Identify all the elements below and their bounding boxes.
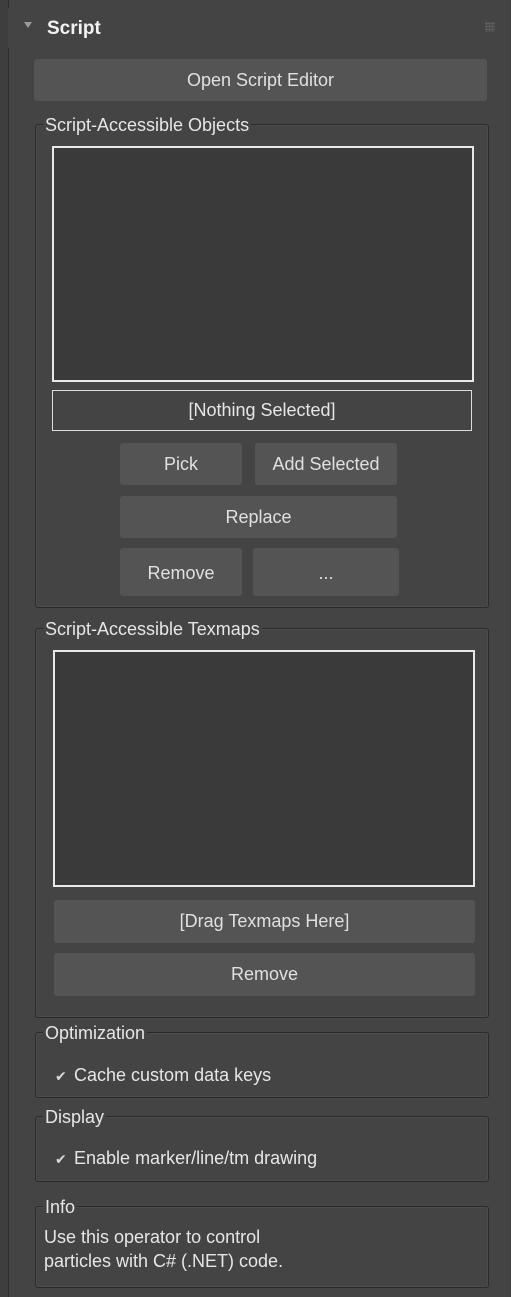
objects-listbox[interactable] <box>52 146 474 382</box>
checkmark-icon: ✔ <box>55 1151 67 1167</box>
optimization-group-label: Optimization <box>43 1022 148 1044</box>
drag-grip-icon[interactable] <box>485 22 495 32</box>
rollout-title: Script <box>47 18 101 39</box>
info-line-1: Use this operator to control <box>44 1227 261 1247</box>
cache-custom-data-checkbox[interactable]: ✔ Cache custom data keys <box>55 1065 271 1086</box>
drag-texmaps-button[interactable]: [Drag Texmaps Here] <box>54 900 475 943</box>
enable-drawing-label: Enable marker/line/tm drawing <box>74 1148 318 1168</box>
objects-group-label: Script-Accessible Objects <box>43 114 252 136</box>
replace-button[interactable]: Replace <box>120 496 397 538</box>
cache-custom-data-label: Cache custom data keys <box>74 1065 272 1085</box>
rollout-header-script[interactable]: Script <box>8 8 509 48</box>
info-line-2: particles with C# (.NET) code. <box>44 1251 284 1271</box>
enable-drawing-checkbox[interactable]: ✔ Enable marker/line/tm drawing <box>55 1148 317 1169</box>
display-group-label: Display <box>43 1106 107 1128</box>
texmaps-listbox[interactable] <box>53 650 475 887</box>
texmaps-group-label: Script-Accessible Texmaps <box>43 618 262 640</box>
open-script-editor-button[interactable]: Open Script Editor <box>34 59 487 101</box>
more-options-button[interactable]: ... <box>253 548 399 596</box>
pick-button[interactable]: Pick <box>120 443 242 485</box>
remove-texmap-button[interactable]: Remove <box>54 953 475 996</box>
selection-field: [Nothing Selected] <box>52 390 472 431</box>
remove-object-button[interactable]: Remove <box>120 548 242 596</box>
info-description: Use this operator to control particles w… <box>44 1225 283 1273</box>
info-group-label: Info <box>43 1196 78 1218</box>
collapse-arrow-icon[interactable] <box>24 22 32 28</box>
add-selected-button[interactable]: Add Selected <box>255 443 397 485</box>
checkmark-icon: ✔ <box>55 1068 67 1084</box>
